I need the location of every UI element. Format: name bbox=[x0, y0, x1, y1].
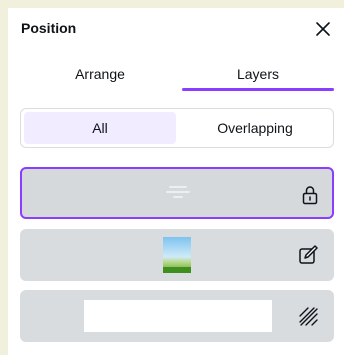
layer-filter: All Overlapping bbox=[20, 108, 334, 148]
tab-bar: Arrange Layers bbox=[8, 60, 344, 102]
lock-icon bbox=[302, 186, 318, 205]
filter-overlapping-button[interactable]: Overlapping bbox=[179, 112, 331, 144]
panel-title: Position bbox=[21, 20, 77, 36]
layer-thumbnail-text bbox=[164, 183, 192, 201]
layer-item-background[interactable] bbox=[20, 290, 334, 342]
tab-layers-label: Layers bbox=[236, 66, 280, 82]
layer-thumbnail-image bbox=[163, 237, 191, 273]
position-panel: Position Arrange Layers All Overlapping bbox=[8, 8, 344, 355]
layer-item-image[interactable] bbox=[20, 229, 334, 281]
filter-all-button[interactable]: All bbox=[24, 112, 176, 144]
background-button[interactable] bbox=[296, 304, 320, 328]
tab-arrange[interactable]: Arrange bbox=[20, 60, 180, 102]
background-pattern-icon bbox=[299, 307, 318, 326]
edit-icon bbox=[299, 245, 318, 264]
layer-thumbnail-background bbox=[84, 300, 272, 332]
tab-layers[interactable]: Layers bbox=[182, 60, 334, 102]
layer-item-text[interactable] bbox=[20, 167, 334, 219]
active-tab-indicator bbox=[182, 88, 334, 91]
close-button[interactable] bbox=[312, 18, 334, 40]
panel-header: Position bbox=[8, 8, 344, 52]
close-icon bbox=[316, 22, 330, 36]
lock-button[interactable] bbox=[298, 183, 322, 207]
edit-button[interactable] bbox=[296, 243, 320, 267]
